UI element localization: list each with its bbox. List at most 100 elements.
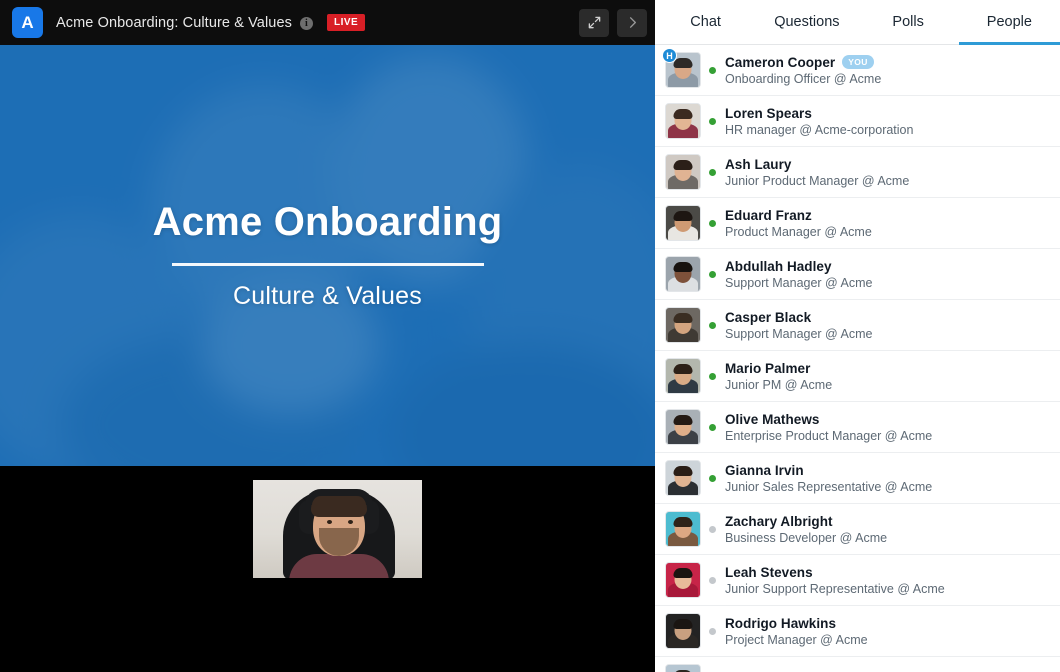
person-name-row: Leah Stevens [725,565,945,580]
person-row[interactable]: Leah StevensJunior Support Representativ… [655,555,1060,606]
avatar [665,307,701,343]
info-icon[interactable]: i [300,17,313,30]
person-name: Cameron Cooper [725,55,835,70]
status-dot-online [709,118,716,125]
speaker-video-tile[interactable] [253,480,422,578]
avatar-image [665,613,701,649]
eye-left [327,520,332,524]
shirt-shape [289,554,389,578]
person-role: Product Manager @ Acme [725,225,872,239]
camera-strip [0,466,655,672]
speaker-video-frame [253,480,422,578]
avatar [665,511,701,547]
eye-right [348,520,353,524]
status-dot-offline [709,577,716,584]
person-text: Eduard Franz Product Manager @ Acme [725,208,872,239]
person-row[interactable] [655,657,1060,672]
person-text: Rodrigo Hawkins Project Manager @ Acme [725,616,868,647]
person-role: Junior Product Manager @ Acme [725,174,909,188]
avatar [665,409,701,445]
avatar-image [665,256,701,292]
person-name-row: Abdullah Hadley [725,259,873,274]
status-dot-online [709,373,716,380]
avatar-image [665,307,701,343]
session-title-text: Acme Onboarding: Culture & Values [56,15,292,31]
person-name: Gianna Irvin [725,463,804,478]
avatar [665,358,701,394]
tab-questions[interactable]: Questions [756,0,857,44]
person-role: Junior PM @ Acme [725,378,832,392]
person-row[interactable]: Abdullah Hadley Support Manager @ Acme [655,249,1060,300]
avatar-image [665,511,701,547]
status-dot-online [709,322,716,329]
person-role: Business Developer @ Acme [725,531,887,545]
person-text: Abdullah Hadley Support Manager @ Acme [725,259,873,290]
avatar-image [665,358,701,394]
person-name-row: Loren Spears [725,106,913,121]
person-role: Onboarding Officer @ Acme [725,72,881,86]
expand-button[interactable] [579,9,609,37]
host-badge: H [662,48,677,63]
people-list[interactable]: H Cameron CooperYOU Onboarding Officer @ A… [655,45,1060,672]
person-role: HR manager @ Acme-corporation [725,123,913,137]
person-row[interactable]: H Cameron CooperYOU Onboarding Officer @ A… [655,45,1060,96]
person-row[interactable]: Ash Laury Junior Product Manager @ Acme [655,147,1060,198]
person-name-row: Gianna Irvin [725,463,932,478]
person-name: Abdullah Hadley [725,259,832,274]
slide-title: Acme Onboarding [153,200,503,245]
person-text: Casper Black Support Manager @ Acme [725,310,873,341]
avatar [665,664,701,672]
avatar-image [665,562,701,598]
person-text: Cameron CooperYOU Onboarding Officer @ Ac… [725,55,881,86]
person-role: Enterprise Product Manager @ Acme [725,429,932,443]
panel-tabs: Chat Questions Polls People [655,0,1060,45]
person-row[interactable]: Gianna Irvin Junior Sales Representative … [655,453,1060,504]
presentation-stage: A Acme Onboarding: Culture & Valuesi LIV… [0,0,655,672]
person-role: Support Manager @ Acme [725,276,873,290]
person-text: Olive Mathews Enterprise Product Manager … [725,412,932,443]
avatar [665,205,701,241]
status-dot-offline [709,628,716,635]
person-row[interactable]: Eduard Franz Product Manager @ Acme [655,198,1060,249]
avatar-image [665,154,701,190]
person-role: Junior Sales Representative @ Acme [725,480,932,494]
status-dot-online [709,169,716,176]
person-row[interactable]: Zachary AlbrightBusiness Developer @ Acm… [655,504,1060,555]
person-role: Project Manager @ Acme [725,633,868,647]
chevron-right-icon [625,15,640,30]
person-name-row: Cameron CooperYOU [725,55,881,70]
slide-content: Acme Onboarding Culture & Values [0,45,655,466]
avatar [665,103,701,139]
person-row[interactable]: Rodrigo Hawkins Project Manager @ Acme [655,606,1060,657]
person-name-row: Ash Laury [725,157,909,172]
avatar: H [665,52,701,88]
tab-questions-label: Questions [774,14,839,30]
live-badge: LIVE [327,14,365,31]
person-text: Leah StevensJunior Support Representativ… [725,565,945,596]
avatar-image [665,103,701,139]
person-role: Support Manager @ Acme [725,327,873,341]
tab-people-label: People [987,14,1032,30]
person-name: Eduard Franz [725,208,812,223]
person-row[interactable]: Olive Mathews Enterprise Product Manager … [655,402,1060,453]
person-text: Mario PalmerJunior PM @ Acme [725,361,832,392]
person-row[interactable]: Mario PalmerJunior PM @ Acme [655,351,1060,402]
tab-chat[interactable]: Chat [655,0,756,44]
person-name-row: Olive Mathews [725,412,932,427]
status-dot-online [709,271,716,278]
person-row[interactable]: Loren Spears HR manager @ Acme-corporatio… [655,96,1060,147]
slide-area[interactable]: Acme Onboarding Culture & Values [0,45,655,466]
tab-chat-label: Chat [690,14,721,30]
next-slide-button[interactable] [617,9,647,37]
meeting-app: A Acme Onboarding: Culture & Valuesi LIV… [0,0,1060,672]
tab-people[interactable]: People [959,0,1060,44]
person-text: Gianna Irvin Junior Sales Representative … [725,463,932,494]
person-row[interactable]: Casper Black Support Manager @ Acme [655,300,1060,351]
person-name: Casper Black [725,310,811,325]
person-name-row: Rodrigo Hawkins [725,616,868,631]
person-name: Loren Spears [725,106,812,121]
avatar-image [665,460,701,496]
person-name: Leah Stevens [725,565,813,580]
person-name: Olive Mathews [725,412,819,427]
tab-polls[interactable]: Polls [858,0,959,44]
